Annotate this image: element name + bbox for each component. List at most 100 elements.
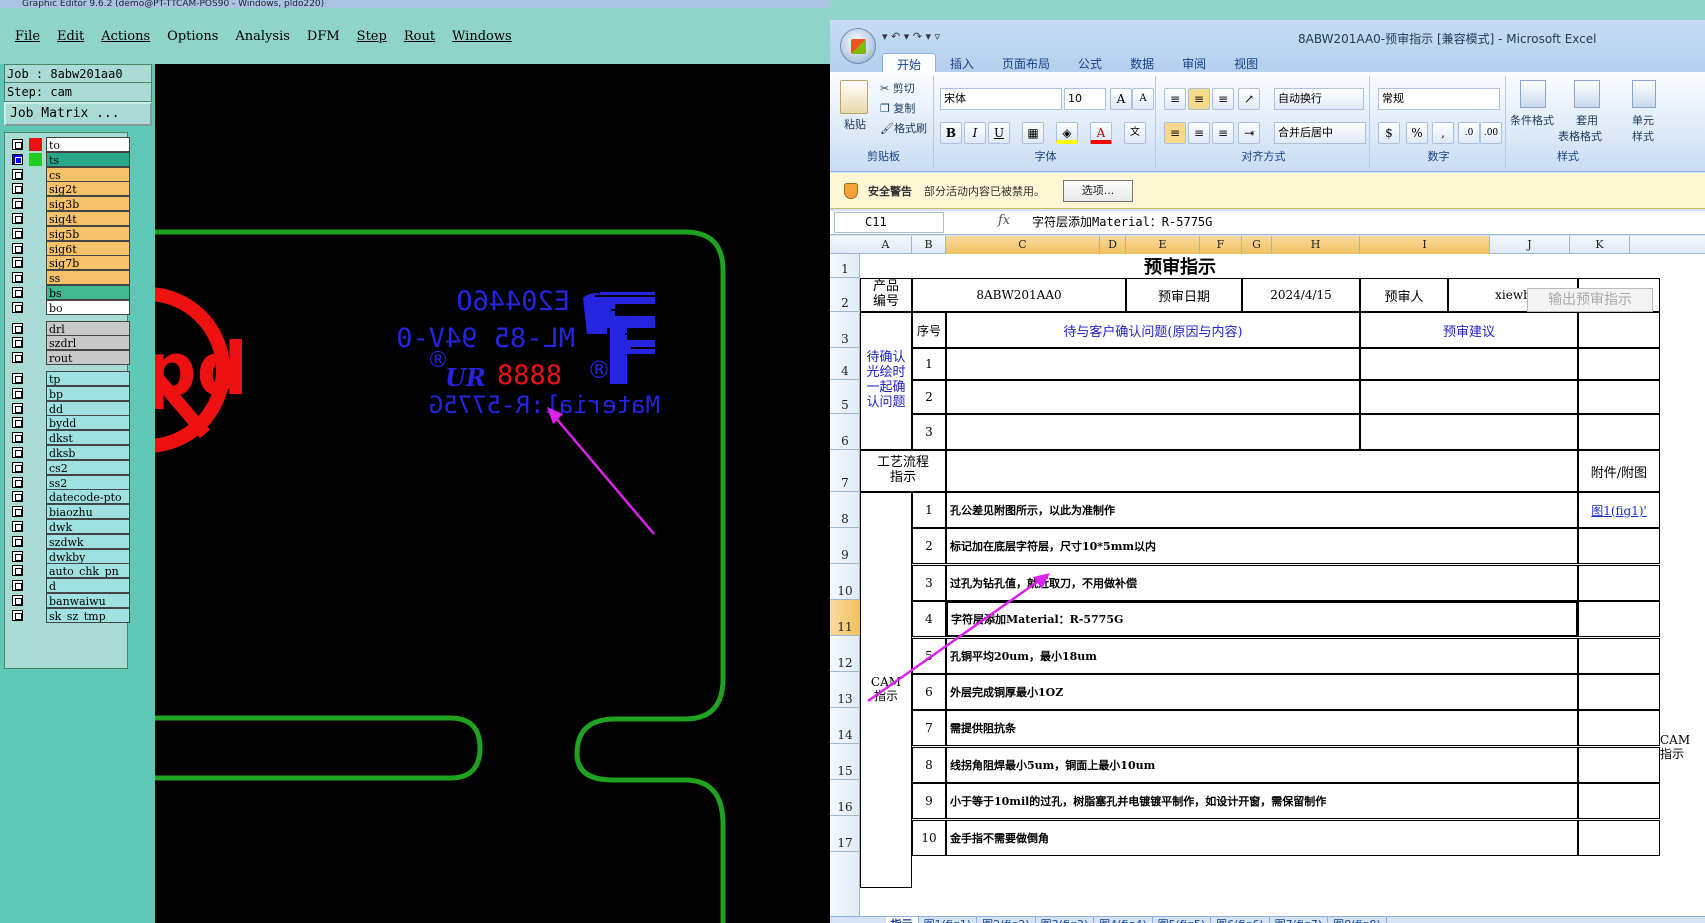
- instruction-attach-cell[interactable]: 图1(fig1)': [1578, 492, 1660, 528]
- layer-checkbox[interactable]: [12, 491, 23, 503]
- cell-style-icon[interactable]: [1632, 80, 1656, 108]
- sheet-tab-6[interactable]: 图6(fig6): [1211, 917, 1270, 923]
- layer-name[interactable]: sig4t: [46, 211, 130, 226]
- instruction-text-cell[interactable]: 金手指不需要做倒角: [946, 819, 1578, 856]
- pending-label-cell[interactable]: 待确认 光绘时 一起确 认问题: [860, 312, 912, 450]
- layer-row-to[interactable]: to: [8, 137, 130, 152]
- orientation-button[interactable]: ↗: [1238, 88, 1260, 110]
- bold-button[interactable]: B: [940, 122, 962, 144]
- layer-checkbox[interactable]: [12, 609, 23, 621]
- layer-row-cs2[interactable]: cs2: [8, 459, 130, 475]
- layer-name[interactable]: tp: [46, 371, 130, 386]
- instruction-num-cell[interactable]: 9: [912, 783, 946, 820]
- layer-checkbox[interactable]: [12, 301, 23, 313]
- pending-suggest-cell[interactable]: [1360, 348, 1578, 380]
- row-header-1[interactable]: 1: [830, 254, 860, 278]
- instruction-text-cell[interactable]: 孔公差见附图所示，以此为准制作: [946, 492, 1578, 528]
- row-header-14[interactable]: 14: [830, 708, 860, 744]
- cam-label-right-cell[interactable]: CAM 指示: [1660, 724, 1705, 772]
- pending-question-cell[interactable]: [946, 414, 1360, 450]
- row-header-11[interactable]: 11: [830, 600, 860, 636]
- layer-row-ts[interactable]: ts: [8, 151, 130, 167]
- pending-attach-cell[interactable]: [1578, 380, 1660, 414]
- layer-checkbox[interactable]: [12, 227, 23, 239]
- instruction-attach-cell[interactable]: [1578, 528, 1660, 565]
- layer-checkbox[interactable]: [12, 580, 23, 592]
- layer-row-dkst[interactable]: dkst: [8, 430, 130, 446]
- font-name-select[interactable]: 宋体: [940, 88, 1062, 110]
- layer-name[interactable]: dd: [46, 400, 130, 416]
- process-attach-cell[interactable]: 附件/附图: [1578, 450, 1660, 492]
- review-date-value-cell[interactable]: 2024/4/15: [1242, 278, 1360, 312]
- layer-checkbox[interactable]: [12, 168, 23, 180]
- column-header-J[interactable]: J: [1490, 236, 1570, 254]
- product-value-cell[interactable]: 8ABW201AA0: [912, 278, 1126, 312]
- layer-checkbox[interactable]: [12, 257, 23, 269]
- layer-row-banwaiwu[interactable]: banwaiwu: [8, 593, 130, 608]
- row-header-17[interactable]: 17: [830, 816, 860, 852]
- process-blank-cell[interactable]: [946, 450, 1578, 492]
- review-date-label-cell[interactable]: 预审日期: [1126, 278, 1242, 312]
- layer-name[interactable]: sig6t: [46, 240, 130, 256]
- layer-name[interactable]: sig7b: [46, 255, 130, 271]
- indent-button[interactable]: ⇥: [1238, 122, 1260, 144]
- align-right-button[interactable]: ≡: [1212, 122, 1234, 144]
- layer-row-sig6t[interactable]: sig6t: [8, 240, 130, 256]
- layer-row-dd[interactable]: dd: [8, 400, 130, 416]
- sheet-tab-3[interactable]: 图3(fig3): [1036, 917, 1095, 923]
- layer-checkbox[interactable]: [12, 521, 23, 532]
- options-button[interactable]: 选项...: [1063, 179, 1133, 202]
- sheet-tab-2[interactable]: 图2(fig2): [977, 917, 1036, 923]
- sheet-tab-8[interactable]: 图8(fig8): [1328, 917, 1387, 923]
- underline-button[interactable]: U: [988, 122, 1010, 144]
- sheet-tab-7[interactable]: 图7(fig7): [1270, 917, 1329, 923]
- process-label-cell[interactable]: 工艺流程 指示: [860, 450, 946, 492]
- row-header-4[interactable]: 4: [830, 348, 860, 380]
- layer-checkbox[interactable]: [12, 402, 23, 414]
- fill-color-button[interactable]: ◈: [1056, 122, 1078, 144]
- ribbon-tab-2[interactable]: 页面布局: [988, 53, 1064, 73]
- layer-name[interactable]: d: [46, 578, 130, 594]
- layer-name[interactable]: ss2: [46, 474, 130, 490]
- pending-suggest-cell[interactable]: [1360, 380, 1578, 414]
- layer-row-datecode-pto[interactable]: datecode-pto: [8, 489, 130, 505]
- layer-row-d[interactable]: d: [8, 578, 130, 594]
- layer-row-cs[interactable]: cs: [8, 166, 130, 182]
- seq-label-cell[interactable]: 序号: [912, 312, 946, 348]
- cond-format-icon[interactable]: [1520, 80, 1546, 108]
- ribbon-tab-0[interactable]: 开始: [882, 53, 937, 73]
- align-top-button[interactable]: ≡: [1164, 88, 1186, 110]
- layer-checkbox[interactable]: [12, 287, 23, 298]
- layer-name[interactable]: datecode-pto: [46, 489, 130, 505]
- graphic-canvas[interactable]: pd E20446O ML-85 94V-0 Material:R-5775G …: [155, 64, 830, 923]
- layer-row-dwk[interactable]: dwk: [8, 519, 130, 534]
- layer-row-sig7b[interactable]: sig7b: [8, 255, 130, 271]
- layer-row-szdrl[interactable]: szdrl: [8, 335, 130, 351]
- layer-row-ss2[interactable]: ss2: [8, 474, 130, 490]
- layer-checkbox[interactable]: [12, 242, 23, 254]
- product-label-cell[interactable]: 产品 编号: [860, 278, 912, 312]
- pending-attach-cell[interactable]: [1578, 414, 1660, 450]
- menu-actions[interactable]: Actions: [101, 29, 150, 44]
- sheet-tab-1[interactable]: 图1(fig1): [919, 917, 978, 923]
- layer-name[interactable]: auto_chk_pn_: [46, 563, 130, 579]
- column-header-B[interactable]: B: [912, 236, 946, 254]
- column-header-H[interactable]: H: [1272, 236, 1360, 254]
- layer-checkbox[interactable]: [12, 198, 23, 210]
- job-matrix-button[interactable]: Job Matrix ...: [4, 102, 152, 126]
- instruction-num-cell[interactable]: 2: [912, 528, 946, 565]
- layer-name[interactable]: szdrl: [46, 335, 130, 351]
- sheet-nav-buttons[interactable]: ◂◂ ◂ ▸ ▸▸: [830, 919, 886, 923]
- layer-row-drl[interactable]: drl: [8, 320, 130, 336]
- layer-row-biaozhu[interactable]: biaozhu: [8, 504, 130, 520]
- comma-button[interactable]: ,: [1432, 122, 1454, 144]
- grow-font-button[interactable]: A: [1110, 88, 1132, 110]
- format-painter-button[interactable]: 🖌格式刷: [880, 120, 927, 136]
- instruction-num-cell[interactable]: 7: [912, 710, 946, 747]
- layer-checkbox[interactable]: [12, 535, 23, 547]
- row-header-10[interactable]: 10: [830, 564, 860, 600]
- layer-name[interactable]: dksb: [46, 445, 130, 460]
- pending-suggest-cell[interactable]: [1360, 414, 1578, 450]
- fx-icon[interactable]: fx: [998, 213, 1010, 228]
- question-header-cell[interactable]: 待与客户确认问题(原因与内容): [946, 312, 1360, 348]
